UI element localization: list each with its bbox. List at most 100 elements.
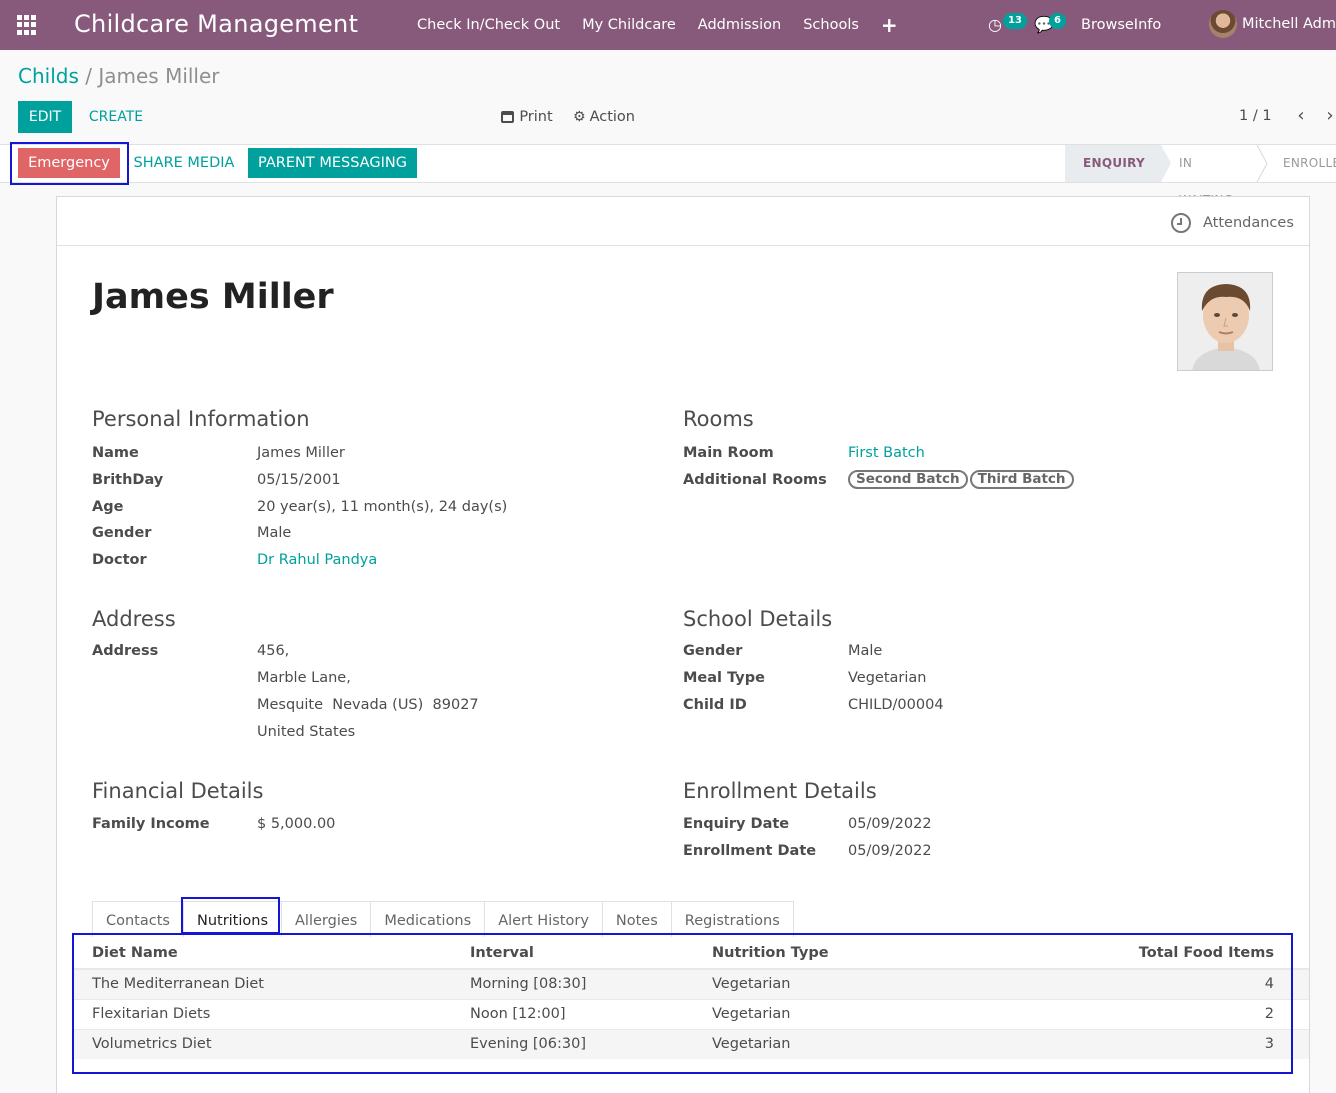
message-count-badge: 6 — [1049, 13, 1066, 29]
column-header[interactable]: Interval — [451, 937, 693, 970]
user-menu[interactable]: Mitchell Admin — [1209, 10, 1336, 38]
breadcrumb-separator: / — [85, 64, 92, 88]
room-tag[interactable]: Third Batch — [969, 470, 1074, 489]
personal-info-title: Personal Information — [92, 407, 310, 431]
app-brand[interactable]: Childcare Management — [74, 10, 358, 38]
additional-rooms-tags: Second Batch Third Batch — [848, 470, 1076, 489]
column-header[interactable]: Nutrition Type — [693, 937, 953, 970]
school-details-title: School Details — [683, 607, 833, 631]
child-name-title: James Miller — [92, 277, 334, 317]
diet-name-cell: Volumetrics Diet — [73, 1028, 451, 1059]
activity-count-badge: 13 — [1003, 13, 1027, 29]
create-button[interactable]: CREATE — [80, 101, 152, 133]
nutrition-table: Diet Name Interval Nutrition Type Total … — [73, 937, 1309, 1059]
clock-icon — [1171, 213, 1191, 233]
breadcrumb-parent-link[interactable]: Childs — [18, 64, 79, 88]
print-icon — [501, 111, 515, 123]
activity-clock-icon: ◷ — [988, 15, 1002, 34]
tab-nutritions[interactable]: Nutritions — [182, 901, 283, 937]
enrollment-date-value: 05/09/2022 — [848, 843, 932, 859]
systray: ◷ 13 💬 6 BrowseInfo — [984, 0, 1161, 50]
menu-schools[interactable]: Schools — [792, 0, 870, 50]
address-title: Address — [92, 607, 176, 631]
tab-alert-history[interactable]: Alert History — [484, 901, 603, 937]
main-room-link[interactable]: First Batch — [848, 445, 925, 461]
enquiry-date-value: 05/09/2022 — [848, 816, 932, 832]
attendances-button[interactable]: Attendances — [1171, 213, 1294, 233]
main-room-label: Main Room — [683, 445, 774, 461]
user-name: Mitchell Admin — [1242, 16, 1336, 32]
diet-name-cell: The Mediterranean Diet — [73, 968, 451, 999]
action-button[interactable]: ⚙ Action — [569, 101, 639, 133]
interval-cell: Evening [06:30] — [451, 1028, 693, 1059]
total-food-items-cell: 4 — [953, 968, 1309, 999]
chevron-left-icon[interactable]: ‹ — [1289, 104, 1313, 128]
column-header[interactable]: Diet Name — [73, 937, 451, 970]
child-id-value: CHILD/00004 — [848, 697, 944, 713]
school-gender-value: Male — [848, 643, 883, 659]
meal-type-value: Vegetarian — [848, 670, 927, 686]
address-line: Mesquite Nevada (US) 89027 — [257, 697, 479, 713]
birthday-value: 05/15/2001 — [257, 472, 341, 488]
action-label: Action — [589, 109, 635, 125]
plus-icon[interactable]: + — [870, 0, 909, 50]
chevron-right-icon[interactable]: › — [1318, 104, 1336, 128]
address-line: United States — [257, 724, 356, 740]
apps-grid-icon[interactable] — [17, 15, 37, 35]
emergency-button[interactable]: Emergency — [18, 148, 120, 178]
table-row[interactable]: The Mediterranean Diet Morning [08:30] V… — [73, 968, 1309, 999]
notebook-tabs: Contacts Nutritions Allergies Medication… — [92, 901, 794, 937]
stage-in-waiting[interactable]: IN WAITING — [1161, 145, 1265, 207]
additional-rooms-label: Additional Rooms — [683, 472, 827, 488]
attendances-label: Attendances — [1203, 215, 1294, 231]
room-tag[interactable]: Second Batch — [848, 470, 968, 489]
enquiry-date-label: Enquiry Date — [683, 816, 790, 832]
tab-medications[interactable]: Medications — [370, 901, 486, 937]
company-switcher[interactable]: BrowseInfo — [1081, 17, 1161, 33]
breadcrumb-current: James Miller — [98, 64, 220, 88]
table-row[interactable]: Flexitarian Diets Noon [12:00] Vegetaria… — [73, 998, 1309, 1029]
column-header[interactable]: Total Food Items — [953, 937, 1309, 970]
menu-admission[interactable]: Addmission — [687, 0, 792, 50]
diet-name-cell: Flexitarian Diets — [73, 998, 451, 1029]
tab-allergies[interactable]: Allergies — [281, 901, 372, 937]
share-media-button[interactable]: SHARE MEDIA — [129, 148, 239, 178]
top-menu: Check In/Check Out My Childcare Addmissi… — [406, 0, 909, 50]
total-food-items-cell: 2 — [953, 998, 1309, 1029]
stage-enrolled[interactable]: ENROLLED — [1265, 145, 1336, 182]
menu-my-childcare[interactable]: My Childcare — [571, 0, 687, 50]
pager-value[interactable]: 1 / 1 — [1239, 108, 1272, 124]
avatar — [1209, 10, 1237, 38]
family-income-label: Family Income — [92, 816, 210, 832]
doctor-link[interactable]: Dr Rahul Pandya — [257, 552, 377, 568]
age-value: 20 year(s), 11 month(s), 24 day(s) — [257, 499, 508, 515]
nutrition-type-cell: Vegetarian — [693, 968, 953, 999]
print-button[interactable]: Print — [497, 101, 557, 133]
doctor-label: Doctor — [92, 552, 147, 568]
rooms-title: Rooms — [683, 407, 754, 431]
gear-icon: ⚙ — [573, 109, 586, 125]
tab-notes[interactable]: Notes — [601, 901, 672, 937]
financial-details-title: Financial Details — [92, 779, 264, 803]
stage-enquiry[interactable]: ENQUIRY — [1065, 145, 1171, 182]
birthday-label: BrithDay — [92, 472, 164, 488]
print-label: Print — [519, 109, 553, 125]
edit-button[interactable]: EDIT — [18, 101, 72, 133]
tab-contacts[interactable]: Contacts — [92, 901, 184, 937]
messaging-menu[interactable]: 💬 6 — [1030, 0, 1066, 50]
gender-value: Male — [257, 525, 292, 541]
address-label: Address — [92, 643, 159, 659]
interval-cell: Noon [12:00] — [451, 998, 693, 1029]
enrollment-details-title: Enrollment Details — [683, 779, 877, 803]
form-sheet: Attendances James Miller Personal Inform… — [56, 196, 1310, 1093]
child-photo[interactable] — [1177, 272, 1273, 371]
menu-check-in-out[interactable]: Check In/Check Out — [406, 0, 571, 50]
school-gender-label: Gender — [683, 643, 743, 659]
address-line: Marble Lane, — [257, 670, 351, 686]
name-label: Name — [92, 445, 139, 461]
activity-menu[interactable]: ◷ 13 — [984, 0, 1027, 50]
table-row[interactable]: Volumetrics Diet Evening [06:30] Vegetar… — [73, 1028, 1309, 1059]
button-box: Attendances — [57, 197, 1309, 246]
parent-messaging-button[interactable]: PARENT MESSAGING — [248, 148, 417, 178]
tab-registrations[interactable]: Registrations — [670, 901, 794, 937]
